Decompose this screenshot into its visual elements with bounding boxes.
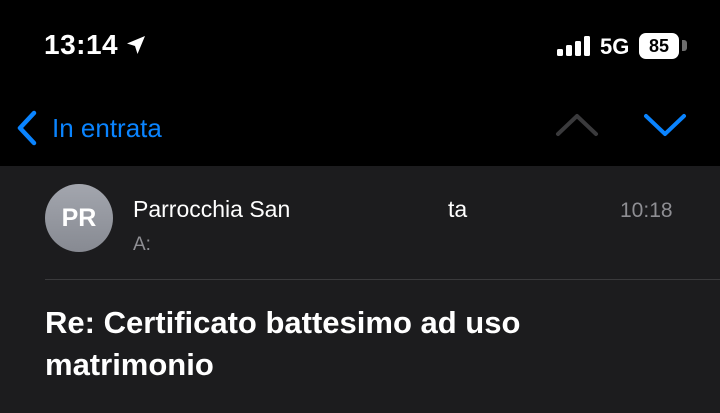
- message-view: PR Parrocchia San ta A: 10:18 Re: Certif…: [0, 166, 720, 413]
- cellular-signal-icon: [557, 36, 590, 56]
- navigation-bar: In entrata: [0, 92, 720, 166]
- chevron-up-icon[interactable]: [554, 110, 600, 140]
- back-label: In entrata: [52, 112, 162, 143]
- location-arrow-icon: [127, 36, 145, 54]
- status-time: 13:14: [44, 29, 119, 60]
- sender-name-tail: ta: [448, 196, 468, 222]
- network-type: 5G: [600, 34, 630, 59]
- redaction-mask: [330, 200, 448, 226]
- battery-indicator: 85: [639, 33, 679, 59]
- divider: [45, 279, 720, 280]
- sender-name[interactable]: Parrocchia San: [133, 196, 290, 223]
- redaction-mask: [160, 238, 350, 256]
- avatar[interactable]: PR: [45, 184, 113, 252]
- to-label: A:: [133, 234, 151, 255]
- message-subject: Re: Certificato battesimo ad uso matrimo…: [45, 305, 521, 382]
- back-button[interactable]: In entrata: [14, 108, 162, 148]
- status-bar: 13:14 5G 85: [0, 0, 720, 92]
- chevron-down-icon[interactable]: [642, 110, 688, 140]
- chevron-left-icon: [17, 110, 37, 146]
- received-time: 10:18: [620, 199, 673, 222]
- battery-cap: [682, 40, 687, 51]
